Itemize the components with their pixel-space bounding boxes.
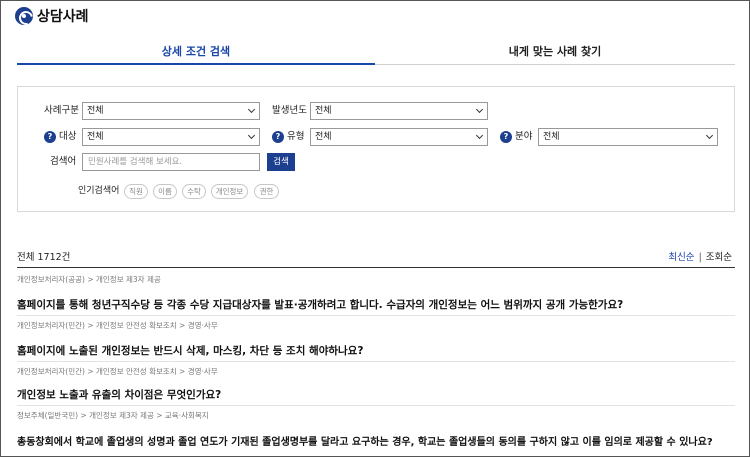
case-type-select[interactable]: 전체 — [82, 102, 260, 120]
row-divider — [17, 315, 735, 316]
sort-views[interactable]: 조회순 — [706, 252, 732, 263]
page-header: 상담사례 — [15, 5, 89, 27]
keyword-input[interactable]: 민원사례를 검색해 보세요. — [82, 153, 260, 171]
item-category: 정보주체(일반국민) > 개인정보 제3자 제공 > 교육·사회복지 — [17, 411, 209, 420]
target-select[interactable]: 전체 — [82, 128, 260, 146]
search-mode-tabs: 상세 조건 검색 내게 맞는 사례 찾기 — [17, 41, 735, 65]
tab-find-my-case[interactable]: 내게 맞는 사례 찾기 — [375, 41, 735, 65]
chevron-down-icon — [247, 105, 256, 114]
row-divider — [17, 405, 735, 406]
popular-keyword[interactable]: 이름 — [153, 184, 177, 199]
chevron-down-icon — [247, 131, 256, 140]
case-type-value: 전체 — [87, 106, 104, 116]
popular-keyword[interactable]: 권한 — [254, 184, 279, 199]
case-type-label: 사례구분 — [44, 105, 79, 116]
keyword-label: 검색어 — [50, 156, 77, 167]
popular-keyword[interactable]: 개인정보 — [211, 184, 248, 199]
year-value: 전체 — [315, 106, 332, 116]
item-question[interactable]: 총동창회에서 학교에 졸업생의 성명과 졸업 연도가 기재된 졸업생명부를 달라… — [17, 433, 713, 448]
target-label: 대상 — [59, 131, 77, 142]
kind-select[interactable]: 전체 — [310, 128, 488, 146]
field-label-group: ? 분야 — [500, 128, 532, 146]
popular-keywords-label: 인기검색어 — [78, 186, 120, 196]
target-label-group: ? 대상 — [44, 128, 76, 146]
sort-options: 최신순 | 조회순 — [668, 249, 732, 263]
field-select[interactable]: 전체 — [538, 128, 718, 146]
field-label: 분야 — [515, 131, 533, 142]
popular-keyword[interactable]: 수탁 — [182, 184, 206, 199]
sort-separator: | — [698, 252, 702, 263]
result-count: 전체 1712건 — [17, 252, 71, 263]
year-label: 발생년도 — [272, 105, 307, 116]
kind-label: 유형 — [287, 131, 305, 142]
keyword-placeholder: 민원사례를 검색해 보세요. — [88, 157, 183, 167]
page-title: 상담사례 — [37, 9, 89, 25]
chevron-down-icon — [475, 105, 484, 114]
item-category: 개인정보처리자(민간) > 개인정보 안전성 확보조치 > 경영·사무 — [17, 321, 218, 330]
field-value: 전체 — [543, 132, 560, 142]
search-button[interactable]: 검색 — [267, 153, 295, 171]
list-divider — [17, 267, 735, 268]
target-value: 전체 — [87, 132, 104, 142]
help-icon[interactable]: ? — [500, 131, 512, 143]
search-filter-panel: 사례구분 전체 발생년도 전체 ? 대상 전체 ? 유형 전체 ? 분야 전체 … — [17, 86, 735, 212]
item-question[interactable]: 개인정보 노출과 유출의 차이점은 무엇인가요? — [17, 387, 221, 402]
popular-keyword[interactable]: 직원 — [124, 184, 148, 199]
row-divider — [17, 361, 735, 362]
page-frame: 상담사례 상세 조건 검색 내게 맞는 사례 찾기 사례구분 전체 발생년도 전… — [0, 0, 750, 457]
item-category: 개인정보처리자(민간) > 개인정보 안전성 확보조치 > 경영·사무 — [17, 367, 218, 376]
item-category: 개인정보처리자(공공) > 개인정보 제3자 제공 — [17, 275, 161, 284]
help-icon[interactable]: ? — [44, 131, 56, 143]
year-select[interactable]: 전체 — [310, 102, 488, 120]
tab-detailed-search[interactable]: 상세 조건 검색 — [17, 41, 375, 65]
sort-latest[interactable]: 최신순 — [668, 252, 694, 263]
chevron-down-icon — [475, 131, 484, 140]
item-question[interactable]: 홈페이지를 통해 청년구직수당 등 각종 수당 지급대상자를 발표·공개하려고 … — [17, 297, 623, 312]
kind-value: 전체 — [315, 132, 332, 142]
privacy-logo-icon — [15, 7, 33, 25]
kind-label-group: ? 유형 — [272, 128, 304, 146]
help-icon[interactable]: ? — [272, 131, 284, 143]
item-question[interactable]: 홈페이지에 노출된 개인정보는 반드시 삭제, 마스킹, 차단 등 조치 해야하… — [17, 343, 363, 358]
chevron-down-icon — [705, 131, 714, 140]
